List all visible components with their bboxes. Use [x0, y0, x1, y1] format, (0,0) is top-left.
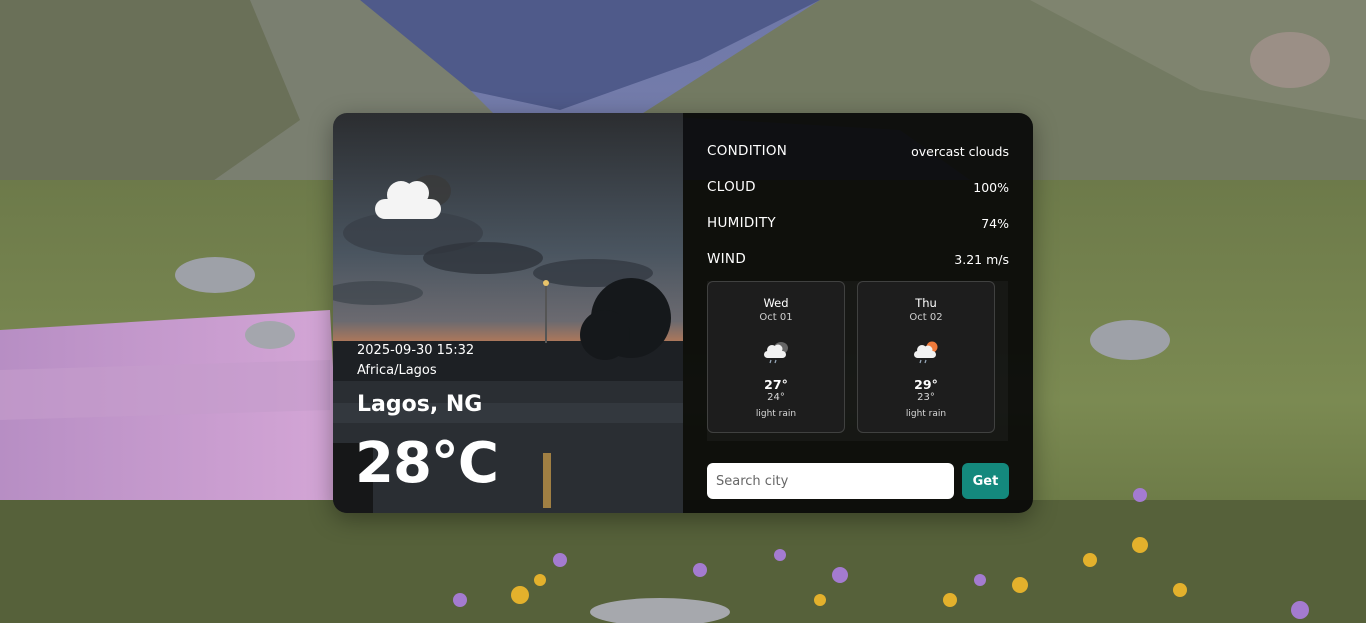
current-datetime: 2025-09-30 15:32: [357, 343, 475, 358]
detail-value: overcast clouds: [911, 143, 1009, 159]
forecast-card: Wed Oct 01 27° 24° light rain: [707, 281, 845, 433]
sun-rain-cloud-icon: [914, 341, 938, 364]
detail-row-humidity: HUMIDITY 74%: [707, 205, 1009, 241]
current-weather-panel: 2025-09-30 15:32 Africa/Lagos Lagos, NG …: [333, 113, 683, 513]
search-city-input[interactable]: [707, 463, 954, 499]
detail-label: CONDITION: [707, 143, 788, 159]
timezone: Africa/Lagos: [357, 363, 437, 378]
get-button[interactable]: Get: [962, 463, 1009, 499]
forecast-strip: Wed Oct 01 27° 24° light rain Thu Oct 02: [707, 281, 1008, 441]
forecast-description: light rain: [755, 409, 797, 419]
detail-label: CLOUD: [707, 179, 756, 195]
forecast-low: 24°: [767, 392, 785, 403]
weather-card: 2025-09-30 15:32 Africa/Lagos Lagos, NG …: [333, 113, 1033, 513]
forecast-day: Wed: [763, 296, 789, 310]
detail-label: WIND: [707, 251, 747, 267]
forecast-description: light rain: [905, 409, 947, 419]
forecast-day: Thu: [915, 296, 937, 310]
details-panel: CONDITION overcast clouds CLOUD 100% HUM…: [683, 113, 1033, 513]
rain-cloud-icon: [764, 342, 788, 364]
forecast-card: Thu Oct 02 29° 23° light rain: [857, 281, 995, 433]
forecast-high: 29°: [914, 377, 938, 392]
forecast-date: Oct 01: [759, 312, 793, 323]
city-name: Lagos, NG: [357, 392, 483, 417]
detail-value: 74%: [981, 215, 1009, 231]
detail-value: 100%: [973, 179, 1009, 195]
forecast-high: 27°: [764, 377, 788, 392]
forecast-low: 23°: [917, 392, 935, 403]
forecast-date: Oct 02: [909, 312, 943, 323]
detail-row-cloud: CLOUD 100%: [707, 169, 1009, 205]
detail-row-wind: WIND 3.21 m/s: [707, 241, 1009, 277]
detail-label: HUMIDITY: [707, 215, 776, 231]
detail-value: 3.21 m/s: [954, 251, 1009, 267]
search-bar: Get: [707, 463, 1009, 499]
cloud-icon: [375, 175, 451, 219]
current-temperature: 28°C: [355, 431, 499, 496]
detail-row-condition: CONDITION overcast clouds: [707, 133, 1009, 169]
